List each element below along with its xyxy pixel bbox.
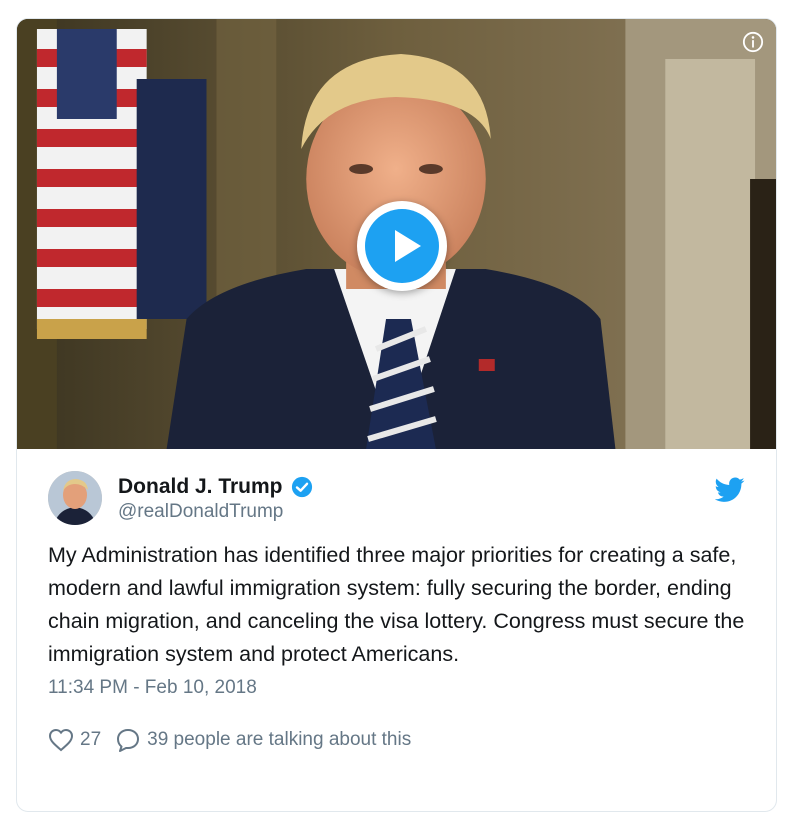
play-icon bbox=[395, 230, 421, 262]
tweet-card[interactable]: Donald J. Trump @realDonaldTrump My Admi… bbox=[16, 18, 777, 812]
heart-icon[interactable] bbox=[48, 728, 74, 752]
tweet-timestamp[interactable]: 11:34 PM - Feb 10, 2018 bbox=[48, 677, 257, 699]
tweet-actions: 27 39 people are talking about this bbox=[48, 725, 745, 755]
avatar[interactable] bbox=[48, 471, 102, 525]
speech-bubble-icon[interactable] bbox=[115, 727, 141, 753]
display-name[interactable]: Donald J. Trump bbox=[118, 475, 283, 499]
tweet-body: Donald J. Trump @realDonaldTrump My Admi… bbox=[17, 449, 776, 755]
user-handle[interactable]: @realDonaldTrump bbox=[118, 501, 313, 523]
twitter-bird-icon[interactable] bbox=[715, 477, 745, 503]
video-player[interactable] bbox=[17, 19, 776, 449]
info-icon[interactable] bbox=[742, 31, 764, 53]
tweet-author: Donald J. Trump @realDonaldTrump bbox=[48, 449, 745, 535]
talking-about-this-link[interactable]: 39 people are talking about this bbox=[147, 729, 411, 751]
play-button[interactable] bbox=[357, 201, 447, 291]
play-button-circle bbox=[365, 209, 439, 283]
author-names: Donald J. Trump @realDonaldTrump bbox=[118, 475, 313, 523]
tweet-text: My Administration has identified three m… bbox=[48, 543, 745, 666]
like-count[interactable]: 27 bbox=[80, 729, 101, 751]
verified-badge-icon bbox=[291, 476, 313, 498]
